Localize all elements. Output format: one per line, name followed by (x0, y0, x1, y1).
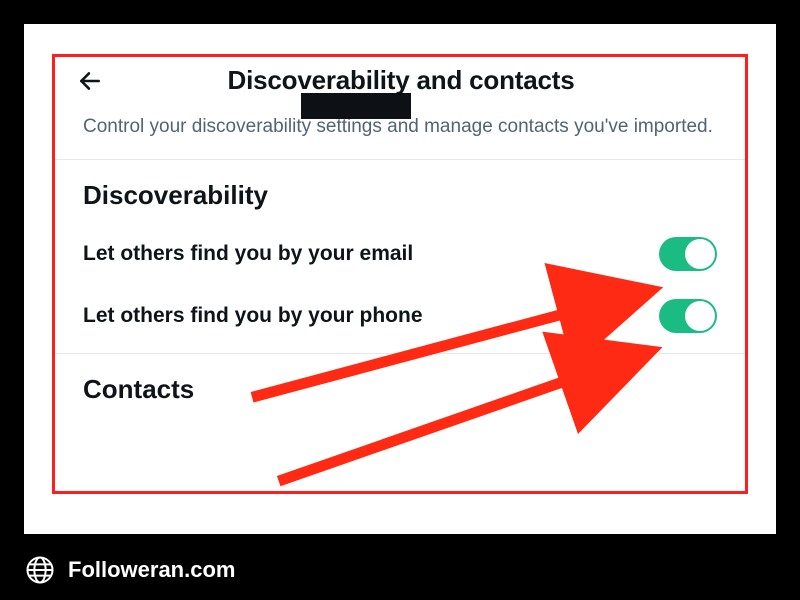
outer-white-frame: Discoverability and contacts Control you… (24, 24, 776, 534)
setting-label-email: Let others find you by your email (83, 242, 413, 266)
section-heading-contacts: Contacts (55, 354, 745, 417)
toggle-knob (685, 301, 715, 331)
setting-row-phone[interactable]: Let others find you by your phone (55, 285, 745, 347)
section-heading-discoverability: Discoverability (55, 160, 745, 223)
back-arrow-icon[interactable] (77, 68, 103, 94)
setting-row-email[interactable]: Let others find you by your email (55, 223, 745, 285)
redacted-username (301, 93, 411, 119)
highlight-frame: Discoverability and contacts Control you… (52, 54, 748, 494)
footer-watermark: Followeran.com (24, 554, 235, 586)
toggle-email[interactable] (659, 237, 717, 271)
footer-site-text: Followeran.com (68, 557, 235, 583)
setting-label-phone: Let others find you by your phone (83, 304, 423, 328)
page-title: Discoverability and contacts (103, 65, 723, 96)
globe-icon (24, 554, 56, 586)
toggle-knob (685, 239, 715, 269)
toggle-phone[interactable] (659, 299, 717, 333)
